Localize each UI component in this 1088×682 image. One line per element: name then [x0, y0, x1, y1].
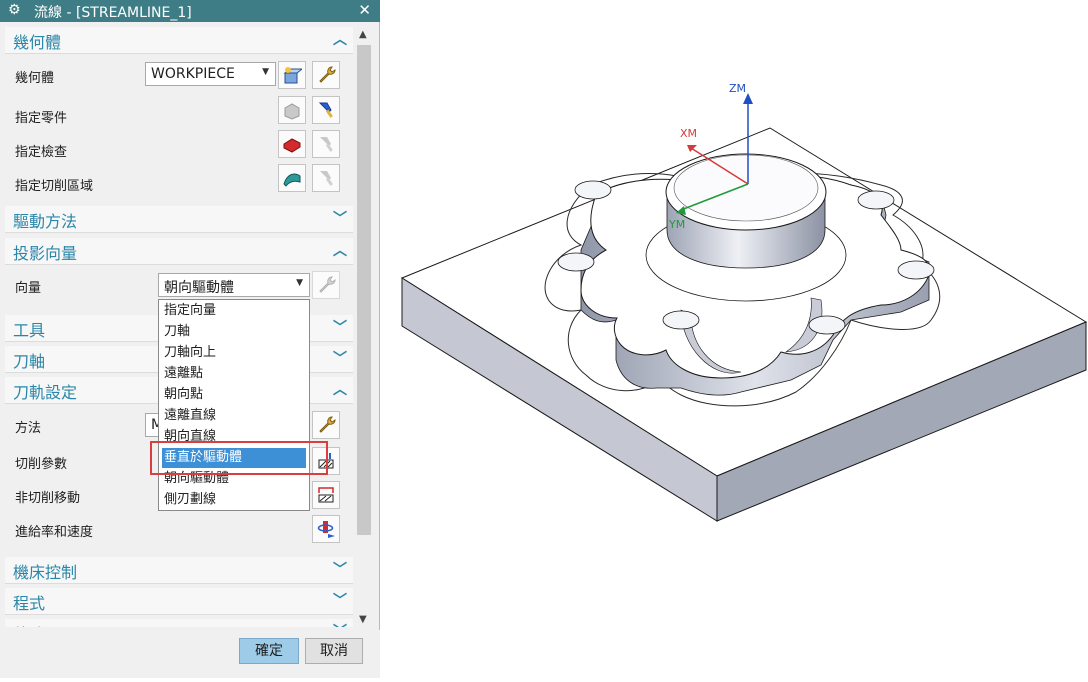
- axis-label-xm: XM: [680, 127, 698, 140]
- section-machine-control[interactable]: 機床控制 ﹀: [5, 557, 353, 584]
- vector-dropdown-list: 指定向量 刀軸 刀軸向上 遠離點 朝向點 遠離直線 朝向直線 垂直於驅動體 朝向…: [158, 299, 310, 511]
- specify-part-button[interactable]: [278, 96, 306, 124]
- highlight-box: [150, 441, 328, 475]
- dropdown-option[interactable]: 側刃劃線: [162, 490, 306, 510]
- chevron-down-icon[interactable]: ﹀: [333, 590, 347, 610]
- dropdown-option[interactable]: 朝向點: [162, 385, 306, 405]
- cut-area-icon: [283, 173, 301, 187]
- axis-label-ym: YM: [669, 218, 686, 231]
- dropdown-option[interactable]: 刀軸向上: [162, 343, 306, 363]
- edit-geometry-button[interactable]: [312, 61, 340, 89]
- chevron-down-icon[interactable]: ﹀: [333, 317, 347, 337]
- specify-check-button[interactable]: [278, 130, 306, 158]
- section-program-label: 程式: [13, 594, 46, 613]
- chevron-down-icon[interactable]: ﹀: [333, 559, 347, 579]
- chevron-up-icon[interactable]: ︿: [333, 240, 347, 260]
- dropdown-option[interactable]: 遠離點: [162, 364, 306, 384]
- chevron-down-icon: ▼: [296, 278, 303, 288]
- show-check-button[interactable]: [312, 130, 340, 158]
- dropdown-option[interactable]: 指定向量: [162, 301, 306, 321]
- chevron-down-icon: ▼: [262, 67, 269, 77]
- non-cutting-moves-icon: [318, 487, 334, 503]
- geometry-label: 幾何體: [15, 71, 55, 86]
- dialog-title: 流線 - [STREAMLINE_1]: [34, 5, 192, 21]
- section-projection-vector-label: 投影向量: [13, 244, 78, 263]
- part-icon: [284, 103, 300, 120]
- new-geometry-icon: [283, 67, 302, 84]
- dialog-scrollbar[interactable]: ▲ ▼: [355, 27, 373, 627]
- non-cutting-button[interactable]: [312, 481, 340, 509]
- vector-settings-button[interactable]: [312, 271, 340, 299]
- vector-select-value: 朝向驅動體: [164, 280, 234, 296]
- section-program[interactable]: 程式 ﹀: [5, 588, 353, 615]
- scroll-up-icon[interactable]: ▲: [359, 29, 367, 40]
- vector-label: 向量: [15, 281, 42, 296]
- specify-cut-area-button[interactable]: [278, 164, 306, 192]
- specify-part-label: 指定零件: [15, 111, 68, 126]
- feeds-speeds-label: 進給率和速度: [15, 525, 94, 540]
- show-part-button[interactable]: [312, 96, 340, 124]
- specify-check-label: 指定檢查: [15, 145, 68, 160]
- dropdown-option[interactable]: 刀軸: [162, 322, 306, 342]
- section-projection-vector[interactable]: 投影向量 ︿: [5, 238, 353, 265]
- section-drive-method-label: 驅動方法: [13, 212, 78, 231]
- scrollbar-thumb[interactable]: [357, 45, 371, 535]
- section-path-settings-label: 刀軌設定: [13, 383, 78, 402]
- section-machine-control-label: 機床控制: [13, 563, 78, 582]
- specify-cut-area-label: 指定切削區域: [15, 179, 94, 194]
- geometry-select[interactable]: WORKPIECE ▼: [145, 62, 276, 86]
- method-label: 方法: [15, 421, 42, 436]
- dialog-title-bar[interactable]: ⚙ 流線 - [STREAMLINE_1] ✕: [0, 0, 380, 22]
- section-description-label: 敘述: [13, 621, 45, 627]
- dropdown-option[interactable]: 遠離直線: [162, 406, 306, 426]
- chevron-down-icon[interactable]: ﹀: [333, 208, 347, 228]
- streamline-dialog: ⚙ 流線 - [STREAMLINE_1] ✕ 幾何體 ︿ 幾何體 WORKPI…: [0, 0, 380, 678]
- chevron-up-icon[interactable]: ︿: [333, 29, 347, 49]
- wrench-icon: [319, 416, 336, 433]
- scroll-down-icon[interactable]: ▼: [359, 614, 367, 625]
- wrench-icon: [319, 66, 336, 83]
- section-geometry[interactable]: 幾何體 ︿: [5, 27, 353, 54]
- section-drive-method[interactable]: 驅動方法 ﹀: [5, 206, 353, 233]
- cancel-button[interactable]: 取消: [305, 638, 363, 664]
- section-tool-axis-label: 刀軸: [13, 352, 46, 371]
- gear-icon[interactable]: ⚙: [8, 2, 21, 18]
- close-icon[interactable]: ✕: [358, 1, 371, 19]
- show-cut-area-button[interactable]: [312, 164, 340, 192]
- geometry-select-value: WORKPIECE: [151, 66, 235, 82]
- ok-button[interactable]: 確定: [239, 638, 299, 664]
- graphics-viewport[interactable]: ZM XM YM: [381, 0, 1088, 678]
- vector-select[interactable]: 朝向驅動體 ▼: [158, 273, 310, 297]
- check-geometry-icon: [283, 138, 301, 153]
- feeds-speeds-button[interactable]: [312, 515, 340, 543]
- chevron-down-icon[interactable]: ﹀: [333, 621, 347, 627]
- flashlight-disabled-icon: [320, 137, 333, 152]
- cutting-params-label: 切削參數: [15, 457, 68, 472]
- method-settings-button[interactable]: [312, 411, 340, 439]
- wrench-disabled-icon: [319, 276, 336, 293]
- section-geometry-label: 幾何體: [13, 33, 62, 52]
- part-model: [400, 93, 1088, 522]
- feeds-speeds-icon: [317, 521, 335, 538]
- non-cutting-label: 非切削移動: [15, 491, 81, 506]
- axis-label-zm: ZM: [729, 82, 747, 95]
- flashlight-icon: [318, 102, 333, 118]
- flashlight-disabled-icon: [320, 171, 333, 186]
- chevron-up-icon[interactable]: ︿: [333, 379, 347, 399]
- chevron-down-icon[interactable]: ﹀: [333, 348, 347, 368]
- dialog-footer: 確定 取消: [0, 630, 380, 678]
- section-tool-label: 工具: [13, 321, 46, 340]
- section-description[interactable]: 敘述 ﹀: [5, 619, 353, 627]
- new-geometry-button[interactable]: [278, 61, 306, 89]
